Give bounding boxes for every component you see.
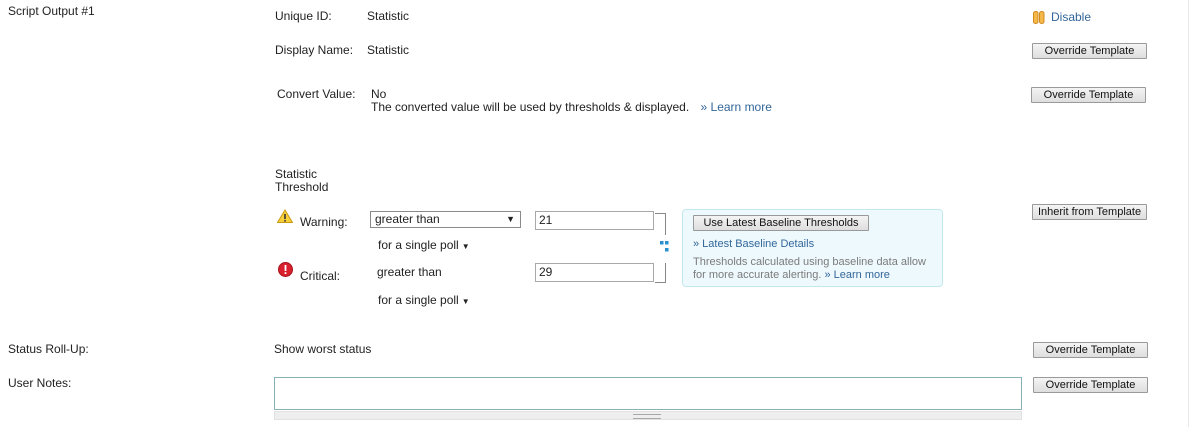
warning-value-input[interactable]: 21 — [535, 211, 654, 230]
baseline-details-link[interactable]: » Latest Baseline Details — [693, 238, 814, 250]
baseline-info-line2: for more accurate alerting. — [693, 269, 822, 281]
inherit-from-template-button[interactable]: Inherit from Template — [1032, 204, 1147, 220]
warning-operator-value: greater than — [375, 212, 440, 226]
convert-value-label: Convert Value: — [277, 87, 356, 101]
critical-icon — [278, 262, 293, 280]
threshold-title-line2: Threshold — [275, 180, 329, 194]
baseline-info-text: Thresholds calculated using baseline dat… — [693, 256, 926, 282]
override-template-button-status-rollup[interactable]: Override Template — [1033, 342, 1148, 358]
critical-value-input[interactable]: 29 — [535, 263, 654, 282]
caret-down-icon: ▼ — [461, 242, 470, 251]
override-template-button-convert-value[interactable]: Override Template — [1031, 87, 1146, 103]
page-scrollbar[interactable] — [1188, 0, 1198, 427]
display-name-value: Statistic — [367, 43, 410, 57]
disable-icon — [1033, 10, 1045, 24]
baseline-info-panel: Use Latest Baseline Thresholds » Latest … — [682, 209, 943, 287]
display-name-label: Display Name: — [275, 43, 354, 57]
convert-value-learn-more-link[interactable]: » Learn more — [701, 100, 772, 114]
user-notes-textarea[interactable] — [274, 377, 1022, 410]
warning-operator-select[interactable]: greater than ▼ — [370, 211, 521, 228]
status-rollup-label: Status Roll-Up: — [8, 342, 89, 356]
convert-value-value: No — [371, 87, 387, 101]
convert-value-description: The converted value will be used by thre… — [371, 100, 772, 114]
critical-poll-dropdown[interactable]: for a single poll ▼ — [378, 293, 470, 307]
user-notes-label: User Notes: — [8, 376, 72, 390]
textarea-resize-grip[interactable] — [274, 411, 1022, 420]
warning-poll-dropdown[interactable]: for a single poll ▼ — [378, 238, 470, 252]
unique-id-value: Statistic — [367, 9, 410, 23]
status-rollup-value: Show worst status — [274, 342, 372, 356]
critical-label: Critical: — [300, 269, 341, 283]
baseline-learn-more-link[interactable]: » Learn more — [824, 269, 889, 281]
disable-link[interactable]: Disable — [1051, 10, 1091, 24]
convert-value-description-text: The converted value will be used by thre… — [371, 100, 690, 114]
override-template-button-user-notes[interactable]: Override Template — [1033, 377, 1148, 393]
critical-poll-value: for a single poll — [378, 293, 459, 307]
section-title: Script Output #1 — [8, 4, 95, 18]
baseline-info-line1: Thresholds calculated using baseline dat… — [693, 256, 926, 268]
unique-id-label: Unique ID: — [275, 9, 332, 23]
warning-poll-value: for a single poll — [378, 238, 459, 252]
warning-icon — [276, 209, 294, 226]
disable-button[interactable]: Disable — [1033, 10, 1091, 24]
caret-down-icon: ▼ — [461, 297, 470, 306]
critical-operator-value: greater than — [377, 265, 442, 279]
chevron-down-icon: ▼ — [506, 214, 515, 224]
override-template-button-display-name[interactable]: Override Template — [1032, 43, 1147, 59]
threshold-title: Statistic Threshold — [275, 168, 328, 194]
warning-label: Warning: — [300, 215, 348, 229]
grip-lines-icon — [633, 414, 661, 419]
use-latest-baseline-button[interactable]: Use Latest Baseline Thresholds — [693, 215, 869, 231]
threshold-link-bracket-icon — [655, 213, 671, 286]
